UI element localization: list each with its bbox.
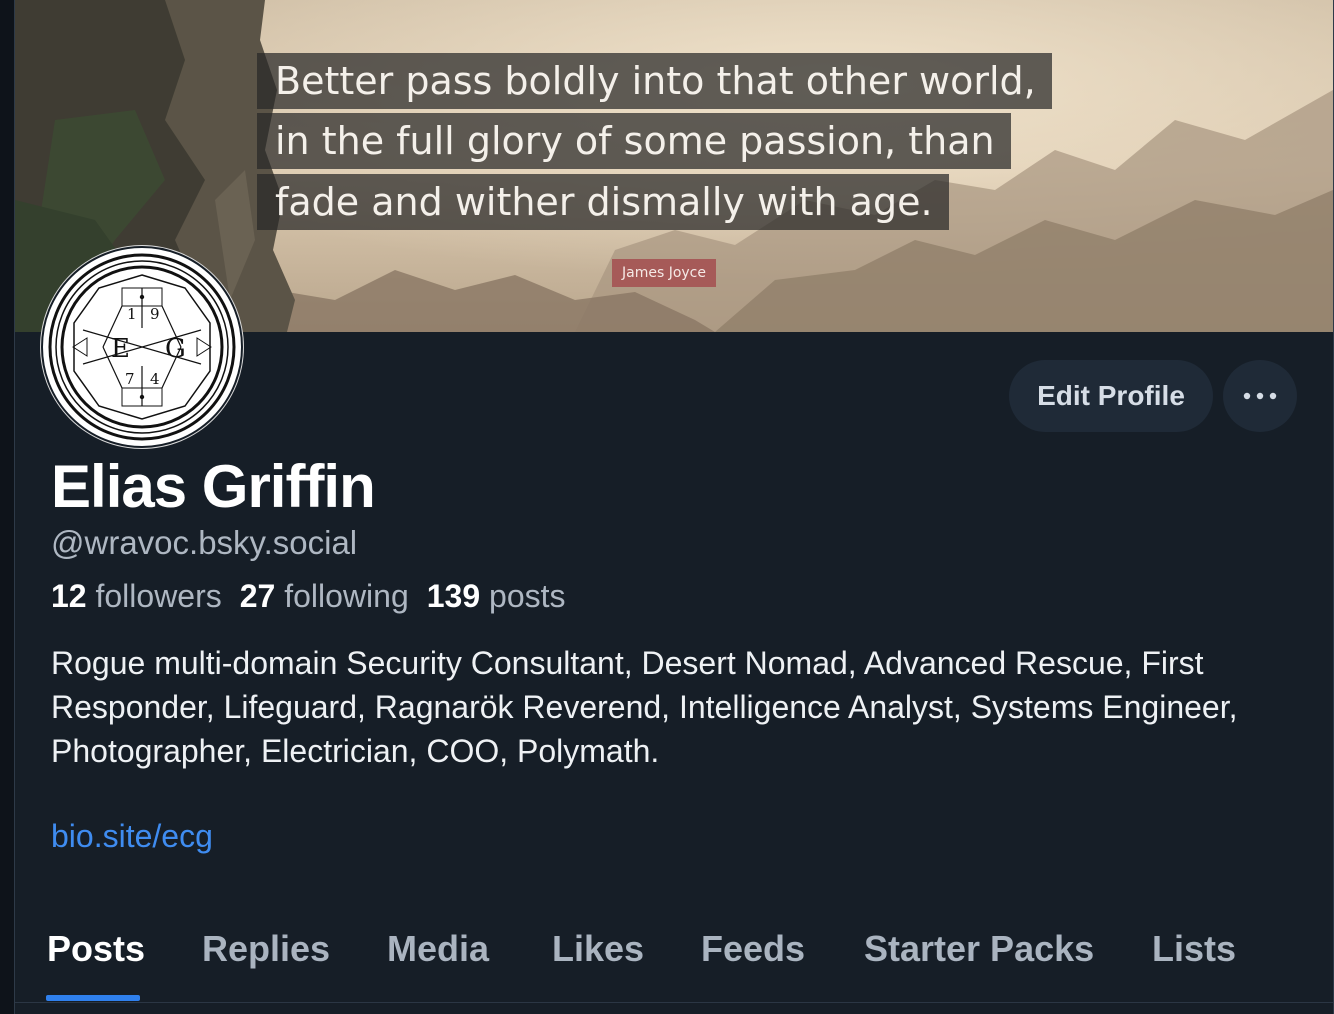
tab-posts[interactable]: Posts (47, 928, 145, 970)
avatar-letter-e: E (111, 334, 130, 364)
avatar-digit-9: 9 (150, 305, 160, 323)
following-label: following (284, 578, 409, 614)
profile-bio: Rogue multi-domain Security Consultant, … (51, 645, 1238, 769)
tab-feeds[interactable]: Feeds (701, 928, 805, 970)
posts-stat: 139 posts (427, 578, 566, 614)
avatar-digit-4: 4 (150, 370, 160, 388)
followers-label: followers (95, 578, 222, 614)
posts-label: posts (489, 578, 566, 614)
active-tab-indicator (46, 995, 140, 1001)
profile-handle: @wravoc.bsky.social (51, 524, 358, 561)
tab-lists[interactable]: Lists (1152, 928, 1236, 970)
tab-media[interactable]: Media (387, 928, 489, 970)
avatar-letter-g: G (165, 334, 186, 364)
following-stat[interactable]: 27 following (240, 578, 409, 614)
tab-replies[interactable]: Replies (202, 928, 330, 970)
more-options-button[interactable] (1223, 360, 1297, 432)
profile-page: Better pass boldly into that other world… (14, 0, 1334, 1014)
posts-count: 139 (426, 578, 481, 614)
banner-quote-line-1: Better pass boldly into that other world… (257, 53, 1052, 109)
avatar-digit-1: 1 (127, 305, 137, 323)
banner-quote-author: James Joyce (612, 259, 716, 287)
ellipsis-icon (1243, 392, 1277, 400)
avatar[interactable]: E G 1 9 7 4 (41, 246, 243, 448)
following-count: 27 (239, 578, 276, 614)
followers-count: 12 (51, 578, 87, 614)
profile-tabs: Posts Replies Media Likes Feeds Starter … (15, 900, 1333, 1003)
profile-display-name: Elias Griffin (51, 453, 376, 520)
banner-quote-line-3: fade and wither dismally with age. (257, 174, 949, 230)
edit-profile-button[interactable]: Edit Profile (1009, 360, 1213, 432)
avatar-digit-7: 7 (125, 370, 135, 388)
avatar-emblem-image: E G 1 9 7 4 (48, 253, 236, 441)
tab-starter-packs[interactable]: Starter Packs (864, 928, 1094, 970)
profile-stats: 12 followers 27 following 139 posts (51, 578, 566, 615)
tab-likes[interactable]: Likes (552, 928, 644, 970)
banner-quote-line-2: in the full glory of some passion, than (257, 113, 1011, 169)
profile-bio-link[interactable]: bio.site/ecg (51, 818, 213, 855)
followers-stat[interactable]: 12 followers (51, 578, 222, 614)
